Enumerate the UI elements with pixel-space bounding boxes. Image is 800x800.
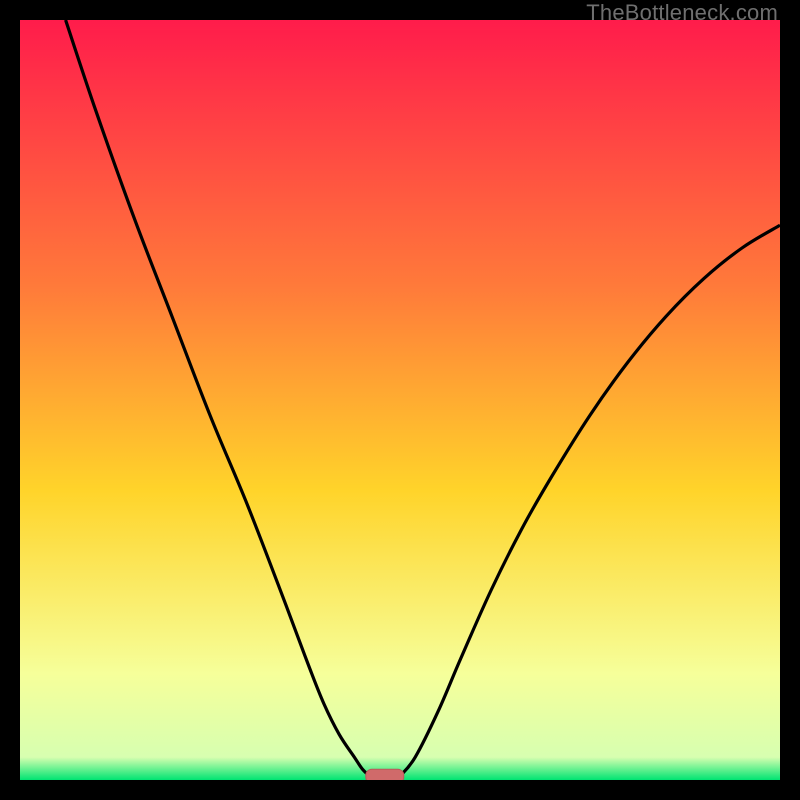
gradient-background	[20, 20, 780, 780]
bottleneck-chart	[20, 20, 780, 780]
chart-frame	[20, 20, 780, 780]
watermark-text: TheBottleneck.com	[586, 0, 778, 26]
bottleneck-marker	[366, 769, 404, 780]
